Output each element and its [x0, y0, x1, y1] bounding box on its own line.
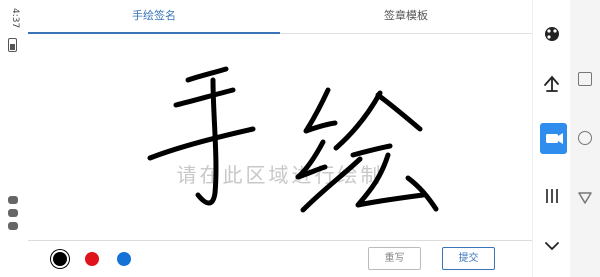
- color-blue-swatch[interactable]: [117, 252, 131, 266]
- lines-icon[interactable]: [541, 185, 563, 207]
- refresh-hand-icon[interactable]: [541, 73, 563, 95]
- tab-bar: 手绘签名 签章模板: [28, 0, 532, 34]
- tab-handwritten-signature[interactable]: 手绘签名: [28, 0, 280, 34]
- signal-icon: [8, 196, 19, 244]
- tab-seal-template[interactable]: 签章模板: [280, 0, 532, 33]
- camera-icon[interactable]: [540, 123, 567, 154]
- side-toolbar: [532, 0, 570, 277]
- color-red-swatch[interactable]: [85, 252, 99, 266]
- handwriting-strokes: [147, 66, 439, 213]
- signature-canvas[interactable]: 请在此区域进行绘制: [28, 35, 532, 239]
- status-bar: 4:37: [0, 0, 28, 277]
- home-icon[interactable]: [578, 131, 592, 145]
- bottom-bar: 重写 提交: [28, 240, 532, 277]
- back-icon[interactable]: [578, 190, 592, 204]
- system-nav-bar: [570, 0, 600, 277]
- palette-icon[interactable]: [541, 23, 563, 45]
- rewrite-button[interactable]: 重写: [368, 247, 421, 270]
- color-black-swatch[interactable]: [53, 252, 67, 266]
- battery-icon: [8, 38, 17, 52]
- chevron-down-icon[interactable]: [541, 235, 563, 257]
- recent-apps-icon[interactable]: [578, 72, 592, 86]
- submit-button[interactable]: 提交: [442, 247, 495, 270]
